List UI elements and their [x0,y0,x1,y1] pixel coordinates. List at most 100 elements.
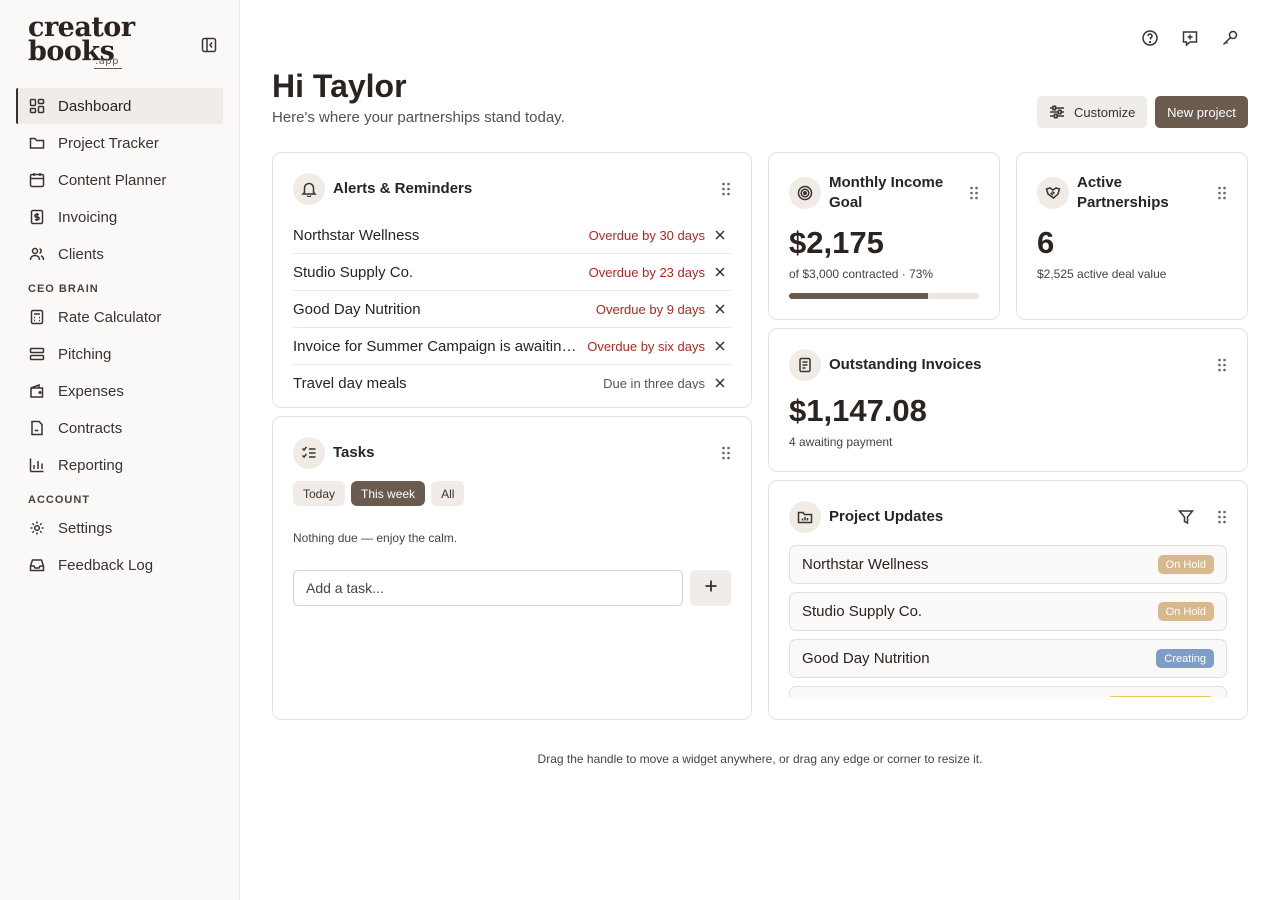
target-icon [789,177,821,209]
outstanding-title: Outstanding Invoices [829,356,982,373]
dashboard-hint: Drag the handle to move a widget anywher… [537,752,983,766]
partnerships-count: 6 [1037,225,1055,260]
sidebar-item-project-tracker[interactable]: Project Tracker [16,125,223,161]
filter-icon[interactable] [1177,508,1195,526]
sidebar-item-label: Contracts [58,419,123,437]
close-icon[interactable] [713,302,727,316]
drag-handle-icon[interactable] [1217,185,1227,201]
document-icon [28,419,46,437]
tasks-title: Tasks [333,444,375,461]
alert-item[interactable]: Northstar Wellness Overdue by 30 days [293,217,731,254]
sidebar-item-label: Settings [58,519,113,537]
partnerships-card: Active Partnerships 6 $2,525 active deal… [1016,152,1248,320]
projects-title: Project Updates [829,508,944,525]
help-icon[interactable] [1140,28,1160,48]
sidebar-item-label: Project Tracker [58,134,159,152]
project-name: Studio Supply Co. [802,603,923,620]
page-title: Hi Taylor [272,68,407,104]
alert-due: Overdue by 9 days [595,301,705,317]
sidebar-item-label: Pitching [58,345,112,363]
sidebar-item-feedback-log[interactable]: Feedback Log [16,547,223,583]
project-name: Northstar Wellness [802,556,929,573]
sidebar-item-rate-calculator[interactable]: Rate Calculator [16,299,223,335]
income-progress-bar [789,293,979,299]
tab-today[interactable]: Today [293,481,346,506]
drag-handle-icon[interactable] [969,185,979,201]
project-row[interactable]: Good Day Nutrition Creating [789,639,1227,678]
income-goal-card: Monthly Income Goal $2,175 of $3,000 con… [768,152,1000,320]
tasks-empty-message: Nothing due — enjoy the calm. [293,531,458,545]
alert-item[interactable]: Invoice for Summer Campaign is awaiting … [293,328,731,365]
gear-icon [28,519,46,537]
close-icon[interactable] [713,376,727,389]
sidebar-item-dashboard[interactable]: Dashboard [16,88,223,124]
sidebar-item-clients[interactable]: Clients [16,236,223,272]
drag-handle-icon[interactable] [721,445,731,461]
tab-all[interactable]: All [431,481,465,506]
sliders-icon [1049,104,1065,120]
sidebar-item-pitching[interactable]: Pitching [16,336,223,372]
sidebar-item-label: Expenses [58,382,124,400]
income-progress-fill [789,293,928,299]
calculator-icon [28,308,46,326]
new-project-button[interactable]: New project [1155,96,1248,128]
drag-handle-icon[interactable] [1217,357,1227,373]
dollar-icon [28,208,46,226]
sidebar-item-label: Feedback Log [58,556,154,574]
feedback-add-icon[interactable] [1180,28,1200,48]
alert-item[interactable]: Studio Supply Co. Overdue by 23 days [293,254,731,291]
project-updates-card: Project Updates Northstar Wellness On Ho… [768,480,1248,720]
plus-icon [704,579,718,598]
status-badge: Creating [1156,649,1214,668]
tab-this-week[interactable]: This week [351,481,426,506]
income-amount: $2,175 [789,225,884,260]
income-caption: of $3,000 contracted · 73% [789,267,934,281]
sidebar-item-expenses[interactable]: Expenses [16,373,223,409]
tasks-card: Tasks Today This week All Nothing due — … [272,416,752,720]
logo-underline [94,68,122,69]
sidebar-item-reporting[interactable]: Reporting [16,447,223,483]
page-subtitle: Here's where your partnerships stand tod… [272,109,565,126]
alert-due: Due in three days [603,375,705,390]
add-task-input[interactable] [293,570,683,606]
add-task-button[interactable] [690,570,731,606]
sidebar-item-label: Dashboard [58,97,132,115]
sidebar-item-label: Rate Calculator [58,308,162,326]
grid-icon [28,97,46,115]
sidebar-item-contracts[interactable]: Contracts [16,410,223,446]
bar-chart-icon [28,456,46,474]
alert-item[interactable]: Good Day Nutrition Overdue by 9 days [293,291,731,328]
sidebar-item-label: Clients [58,245,104,263]
customize-button[interactable]: Customize [1037,96,1147,128]
project-row[interactable] [789,686,1227,697]
alert-name: Good Day Nutrition [293,300,421,318]
outstanding-invoices-card: Outstanding Invoices $1,147.08 4 awaitin… [768,328,1248,472]
outstanding-amount: $1,147.08 [789,393,927,428]
close-icon[interactable] [713,228,727,242]
project-list: Northstar Wellness On Hold Studio Supply… [789,545,1227,697]
sidebar-item-label: Content Planner [58,171,167,189]
sidebar-collapse-icon[interactable] [200,36,218,54]
close-icon[interactable] [713,339,727,353]
sidebar-item-invoicing[interactable]: Invoicing [16,199,223,235]
sidebar-item-label: Reporting [58,456,124,474]
drag-handle-icon[interactable] [1217,509,1227,525]
customize-label: Customize [1074,104,1136,120]
status-badge [1107,696,1214,697]
folder-icon [28,134,46,152]
project-row[interactable]: Studio Supply Co. On Hold [789,592,1227,631]
alerts-title: Alerts & Reminders [333,180,473,197]
partnerships-caption: $2,525 active deal value [1037,267,1167,281]
drag-handle-icon[interactable] [721,181,731,197]
project-row[interactable]: Northstar Wellness On Hold [789,545,1227,584]
bell-icon [293,173,325,205]
close-icon[interactable] [713,265,727,279]
logo[interactable]: creator books .app [28,14,135,72]
key-icon[interactable] [1220,28,1240,48]
alert-item[interactable]: Travel day meals Due in three days [293,365,731,389]
section-label-account: ACCOUNT [28,494,90,506]
alert-due: Overdue by six days [587,338,705,354]
income-title: Monthly Income Goal [829,174,944,211]
sidebar-item-content-planner[interactable]: Content Planner [16,162,223,198]
sidebar-item-settings[interactable]: Settings [16,510,223,546]
